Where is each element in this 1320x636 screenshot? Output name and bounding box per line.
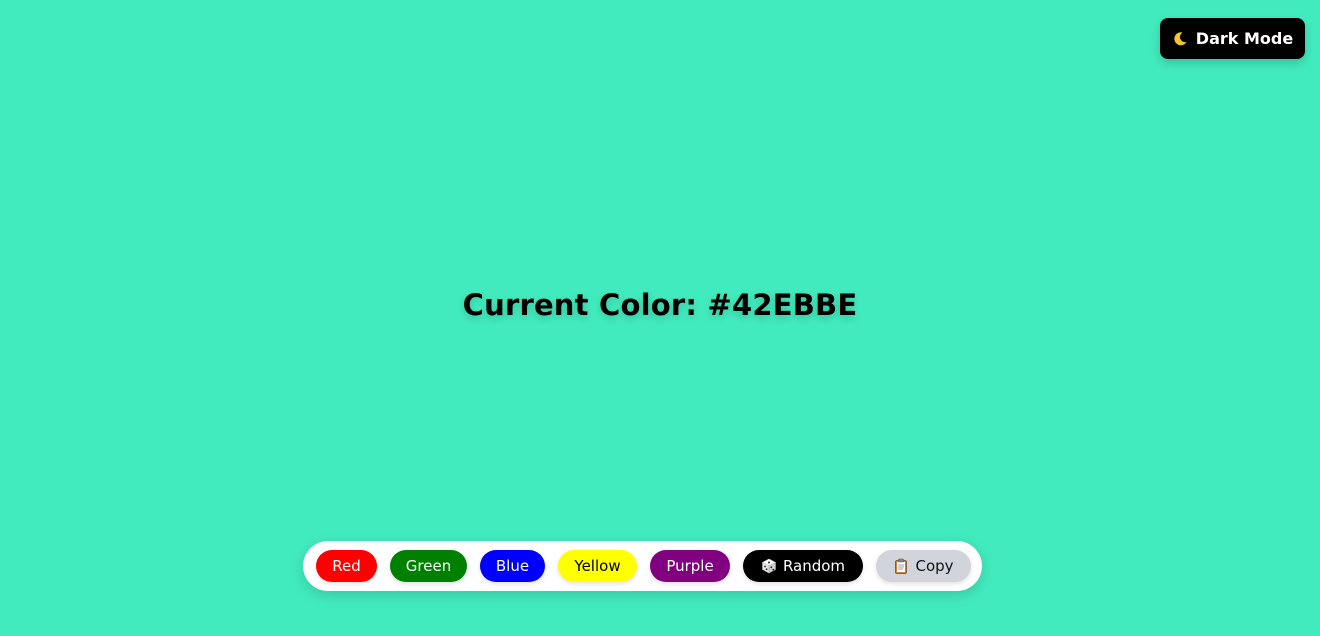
random-button-label: Random (782, 557, 846, 575)
blue-button-label: Blue (495, 557, 530, 575)
color-toolbar: Red Green Blue Yellow Purple Random Copy (303, 541, 982, 591)
red-button[interactable]: Red (316, 550, 377, 582)
moon-icon (1172, 31, 1188, 47)
copy-button-label: Copy (915, 557, 954, 575)
blue-button[interactable]: Blue (480, 550, 545, 582)
random-button[interactable]: Random (743, 550, 863, 582)
green-button[interactable]: Green (390, 550, 467, 582)
clipboard-icon (893, 558, 909, 574)
purple-button[interactable]: Purple (650, 550, 730, 582)
dark-mode-button[interactable]: Dark Mode (1160, 18, 1305, 59)
purple-button-label: Purple (666, 557, 714, 575)
dice-icon (761, 558, 777, 574)
current-color-heading: Current Color: #42EBBE (462, 288, 858, 322)
copy-button[interactable]: Copy (876, 550, 971, 582)
yellow-button[interactable]: Yellow (558, 550, 637, 582)
yellow-button-label: Yellow (574, 557, 621, 575)
green-button-label: Green (405, 557, 452, 575)
dark-mode-label: Dark Mode (1195, 29, 1294, 48)
red-button-label: Red (332, 557, 361, 575)
